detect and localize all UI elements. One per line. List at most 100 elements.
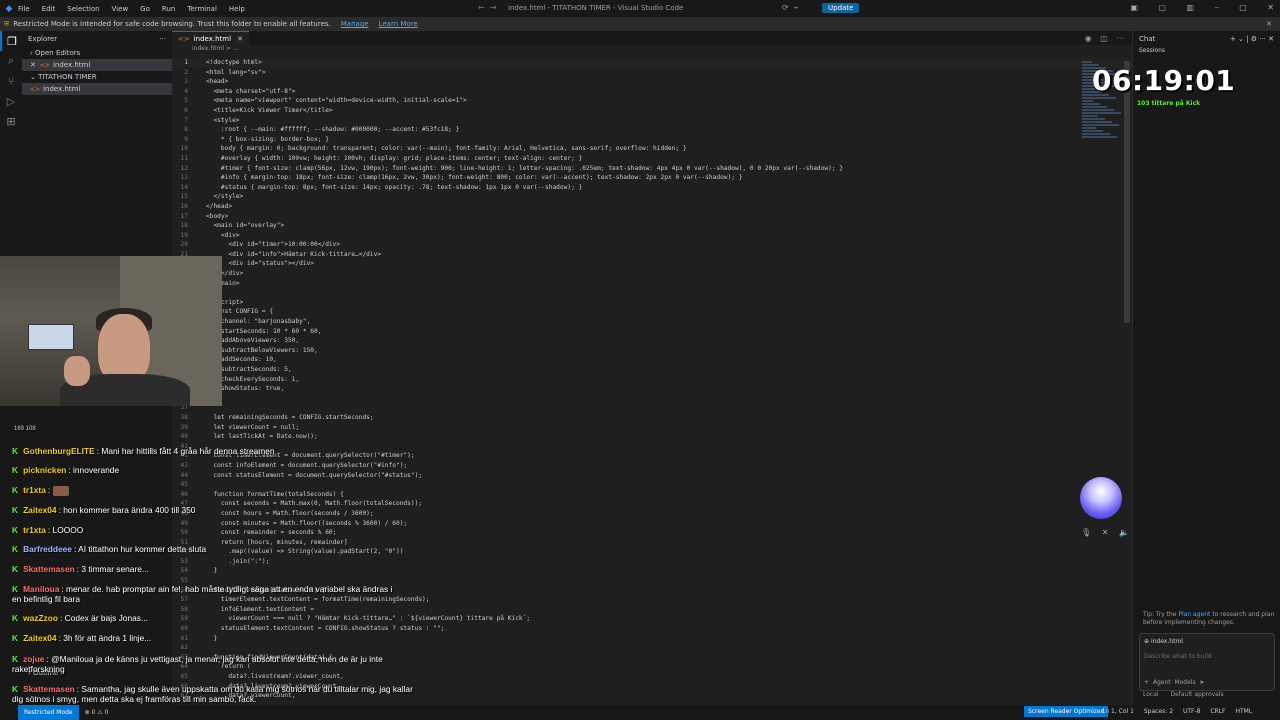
chat-username[interactable]: Zaitex04 xyxy=(23,633,57,643)
open-editor-item[interactable]: ✕ <> index.html xyxy=(22,59,172,71)
chat-username[interactable]: Zaitex04 xyxy=(23,505,57,515)
maximize-icon[interactable]: ▢ xyxy=(1239,3,1247,12)
menu-item-help[interactable]: Help xyxy=(229,5,245,13)
manage-link[interactable]: Manage xyxy=(341,20,369,28)
code-line[interactable]: 37 xyxy=(172,403,1132,413)
layout-icon[interactable]: ▥ xyxy=(1187,3,1195,12)
code-line[interactable]: 26 <script> xyxy=(172,298,1132,308)
code-line[interactable]: 58 infoElement.textContent = xyxy=(172,605,1132,615)
more-icon[interactable]: ··· xyxy=(159,35,166,43)
search-icon[interactable]: ⌕ xyxy=(0,51,22,71)
code-line[interactable]: 50 const remainder = seconds % 60; xyxy=(172,528,1132,538)
code-line[interactable]: 20 <div id="timer">10:00:00</div> xyxy=(172,240,1132,250)
chat-input[interactable]: ⊕ index.html Describe what to build + Ag… xyxy=(1139,633,1275,691)
code-line[interactable]: 5 <meta name="viewport" content="width=d… xyxy=(172,96,1132,106)
code-line[interactable]: 48 const hours = Math.floor(seconds / 36… xyxy=(172,509,1132,519)
explorer-icon[interactable]: ❐ xyxy=(0,31,22,51)
code-line[interactable]: 30 addAboveViewers: 350, xyxy=(172,336,1132,346)
code-line[interactable]: 38 let remainingSeconds = CONFIG.startSe… xyxy=(172,413,1132,423)
code-editor[interactable]: 1 <!doctype html> 2 <html lang="sv"> 3 <head>… xyxy=(172,58,1132,701)
code-line[interactable]: 18 <main id="overlay"> xyxy=(172,221,1132,231)
context-file-chip[interactable]: ⊕ index.html xyxy=(1144,638,1270,645)
line-ending[interactable]: CRLF xyxy=(1210,708,1225,715)
code-line[interactable]: 42 const timerElement = document.querySe… xyxy=(172,451,1132,461)
close-icon[interactable]: ✕ xyxy=(237,35,243,43)
code-line[interactable]: 17 <body> xyxy=(172,212,1132,222)
code-line[interactable]: 8 :root { --main: #ffffff; --shadow: #00… xyxy=(172,125,1132,135)
menu-item-view[interactable]: View xyxy=(112,5,129,13)
models-dropdown[interactable]: Models xyxy=(1174,679,1195,686)
indentation[interactable]: Spaces: 2 xyxy=(1144,708,1173,715)
code-line[interactable]: 19 <div> xyxy=(172,231,1132,241)
menu-item-selection[interactable]: Selection xyxy=(67,5,99,13)
code-line[interactable]: 16 </head> xyxy=(172,202,1132,212)
restricted-mode-indicator[interactable]: Restricted Mode xyxy=(18,705,79,720)
extensions-icon[interactable]: ⊞ xyxy=(0,111,22,131)
code-line[interactable]: 1 <!doctype html> xyxy=(172,58,1132,68)
code-line[interactable]: 2 <html lang="sv"> xyxy=(172,68,1132,78)
code-line[interactable]: 6 <title>Kick Viewer Timer</title> xyxy=(172,106,1132,116)
code-line[interactable]: 34 checkEverySeconds: 1, xyxy=(172,375,1132,385)
code-line[interactable]: 24 </main> xyxy=(172,279,1132,289)
chat-actions[interactable]: + ⌄ | ⚙ ··· ✕ xyxy=(1230,35,1274,43)
close-icon[interactable]: ✕ xyxy=(30,61,36,69)
code-line[interactable]: 14 #status { margin-top: 8px; font-size:… xyxy=(172,183,1132,193)
menu-item-run[interactable]: Run xyxy=(162,5,175,13)
chat-username[interactable]: wazZzoo xyxy=(23,613,58,623)
update-button[interactable]: Update xyxy=(822,3,860,13)
code-line[interactable]: 62 xyxy=(172,643,1132,653)
chat-username[interactable]: tr1xta xyxy=(23,485,46,495)
code-line[interactable]: 40 let lastTickAt = Date.now(); xyxy=(172,432,1132,442)
breadcrumb[interactable]: index.html > ... xyxy=(172,45,1132,55)
chat-username[interactable]: Barfreddeee xyxy=(23,544,72,554)
sessions-label[interactable]: Sessions xyxy=(1133,47,1280,54)
code-line[interactable]: 51 return [hours, minutes, remainder] xyxy=(172,538,1132,548)
send-icon[interactable]: ➤ xyxy=(1199,679,1204,686)
code-line[interactable]: 35 showStatus: true, xyxy=(172,384,1132,394)
code-line[interactable]: 4 <meta charset="utf-8"> xyxy=(172,87,1132,97)
approvals-dropdown[interactable]: Default approvals xyxy=(1170,691,1223,698)
code-line[interactable]: 23 </div> xyxy=(172,269,1132,279)
code-line[interactable]: 33 subtractSeconds: 5, xyxy=(172,365,1132,375)
code-line[interactable]: 28 channel: "barjonasbaby", xyxy=(172,317,1132,327)
code-line[interactable]: 29 startSeconds: 10 * 60 * 60, xyxy=(172,327,1132,337)
code-line[interactable]: 22 <div id="status"></div> xyxy=(172,259,1132,269)
code-line[interactable]: 13 #info { margin-top: 18px; font-size: … xyxy=(172,173,1132,183)
problems-indicator[interactable]: ⊗ 0 ⚠ 0 xyxy=(85,709,109,716)
code-line[interactable]: 25 xyxy=(172,288,1132,298)
layout-icon[interactable]: ▢ xyxy=(1158,3,1166,12)
code-line[interactable]: 32 addSeconds: 10, xyxy=(172,355,1132,365)
code-line[interactable]: 3 <head> xyxy=(172,77,1132,87)
code-line[interactable]: 36 }; xyxy=(172,394,1132,404)
close-icon[interactable]: ✕ xyxy=(1102,528,1109,537)
language-mode[interactable]: HTML xyxy=(1235,708,1252,715)
file-tree-item[interactable]: <> index.html xyxy=(22,83,172,95)
plan-agent-link[interactable]: Plan agent xyxy=(1178,611,1210,618)
run-debug-icon[interactable]: ▷ xyxy=(0,91,22,111)
copilot-icon[interactable]: ⟳ ⌁ xyxy=(782,3,799,12)
code-line[interactable]: 15 </style> xyxy=(172,192,1132,202)
folder-section[interactable]: ⌄ TITATHON TIMER xyxy=(22,71,172,83)
source-control-icon[interactable]: ⑂ xyxy=(0,71,22,91)
chat-username[interactable]: GothenburgELITE xyxy=(23,446,95,456)
split-editor-icon[interactable]: ◫ xyxy=(1100,34,1108,43)
preview-icon[interactable]: ◉ xyxy=(1085,34,1092,43)
local-dropdown[interactable]: Local xyxy=(1143,691,1159,698)
microphone-icon[interactable]: 🎙 xyxy=(1081,528,1091,537)
open-editors-section[interactable]: › Open Editors xyxy=(22,47,172,59)
code-line[interactable]: 53 .join(":"); xyxy=(172,557,1132,567)
chat-username[interactable]: Skattemasen xyxy=(23,684,75,694)
chat-username[interactable]: picknicken xyxy=(23,465,66,475)
code-line[interactable]: 27 const CONFIG = { xyxy=(172,307,1132,317)
code-line[interactable]: 21 <div id="info">Hämtar Kick-tittare…</… xyxy=(172,250,1132,260)
nav-arrows[interactable]: ← → xyxy=(478,3,497,12)
menu-item-go[interactable]: Go xyxy=(140,5,150,13)
chat-username[interactable]: Skattemasen xyxy=(23,564,75,574)
code-line[interactable]: 60 statusElement.textContent = CONFIG.sh… xyxy=(172,624,1132,634)
code-line[interactable]: 11 #overlay { width: 100vw; height: 100v… xyxy=(172,154,1132,164)
more-icon[interactable]: ··· xyxy=(1116,34,1124,43)
code-line[interactable]: 7 <style> xyxy=(172,116,1132,126)
tab-index-html[interactable]: <> index.html ✕ xyxy=(172,31,249,45)
encoding[interactable]: UTF-8 xyxy=(1183,708,1201,715)
code-line[interactable]: 9 * { box-sizing: border-box; } xyxy=(172,135,1132,145)
